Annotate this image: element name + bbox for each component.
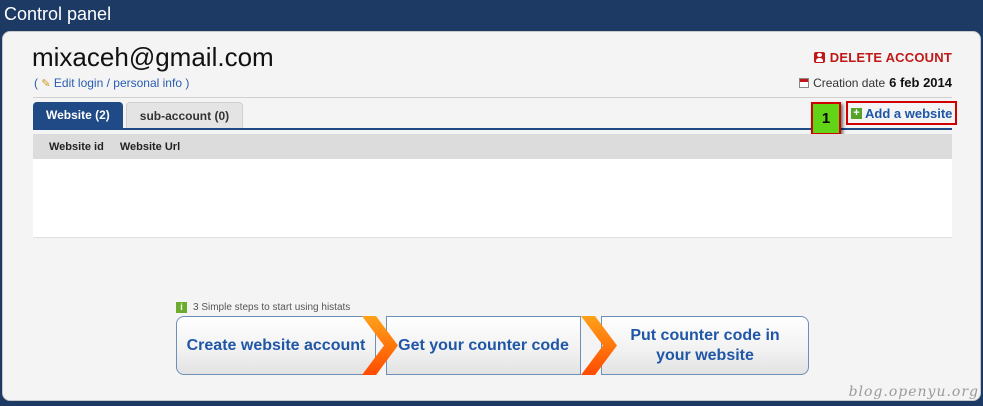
delete-account-label: DELETE ACCOUNT bbox=[829, 50, 952, 65]
column-website-id[interactable]: Website id bbox=[33, 141, 104, 153]
chevron-right-icon bbox=[581, 316, 617, 375]
step-badge: 1 bbox=[811, 102, 841, 135]
calendar-icon bbox=[799, 77, 810, 88]
step-get-counter-code[interactable]: Get your counter code bbox=[386, 316, 581, 375]
steps-caption: i 3 Simple steps to start using histats bbox=[176, 302, 350, 313]
add-website-button[interactable]: + Add a website bbox=[846, 101, 958, 125]
edit-login-line: ( ✎ Edit login / personal info ) bbox=[34, 76, 189, 90]
edit-open-paren: ( bbox=[34, 76, 38, 90]
creation-date: Creation date 6 feb 2014 bbox=[799, 75, 952, 90]
info-icon: i bbox=[176, 302, 187, 313]
step-put-counter-code[interactable]: Put counter code in your website bbox=[601, 316, 809, 375]
creation-label: Creation date bbox=[813, 75, 886, 90]
steps-banner: Create website account Get your counter … bbox=[176, 316, 809, 375]
control-panel: mixaceh@gmail.com ( ✎ Edit login / perso… bbox=[2, 31, 981, 401]
column-website-url[interactable]: Website Url bbox=[104, 141, 180, 153]
tab-website[interactable]: Website (2) bbox=[33, 102, 123, 128]
plus-icon: + bbox=[851, 107, 862, 119]
window-title: Control panel bbox=[0, 0, 983, 30]
tab-bar: Website (2) sub-account (0) bbox=[33, 102, 244, 128]
creation-value: 6 feb 2014 bbox=[889, 75, 952, 90]
chevron-right-icon bbox=[362, 316, 398, 375]
edit-close-paren: ) bbox=[185, 76, 190, 90]
divider bbox=[33, 97, 952, 98]
step-create-account[interactable]: Create website account bbox=[176, 316, 376, 375]
delete-account-button[interactable]: DELETE ACCOUNT bbox=[813, 50, 952, 65]
add-website-label: Add a website bbox=[865, 105, 953, 121]
account-email: mixaceh@gmail.com bbox=[32, 42, 274, 72]
user-delete-icon bbox=[813, 52, 825, 63]
steps-caption-text: 3 Simple steps to start using histats bbox=[193, 302, 351, 313]
table-header: Website id Website Url bbox=[33, 134, 952, 159]
pencil-icon: ✎ bbox=[41, 78, 51, 90]
table-body bbox=[33, 159, 952, 238]
watermark: blog.openyu.org bbox=[848, 384, 979, 400]
edit-login-link[interactable]: Edit login / personal info bbox=[54, 76, 182, 90]
tab-sub-account[interactable]: sub-account (0) bbox=[125, 102, 244, 128]
